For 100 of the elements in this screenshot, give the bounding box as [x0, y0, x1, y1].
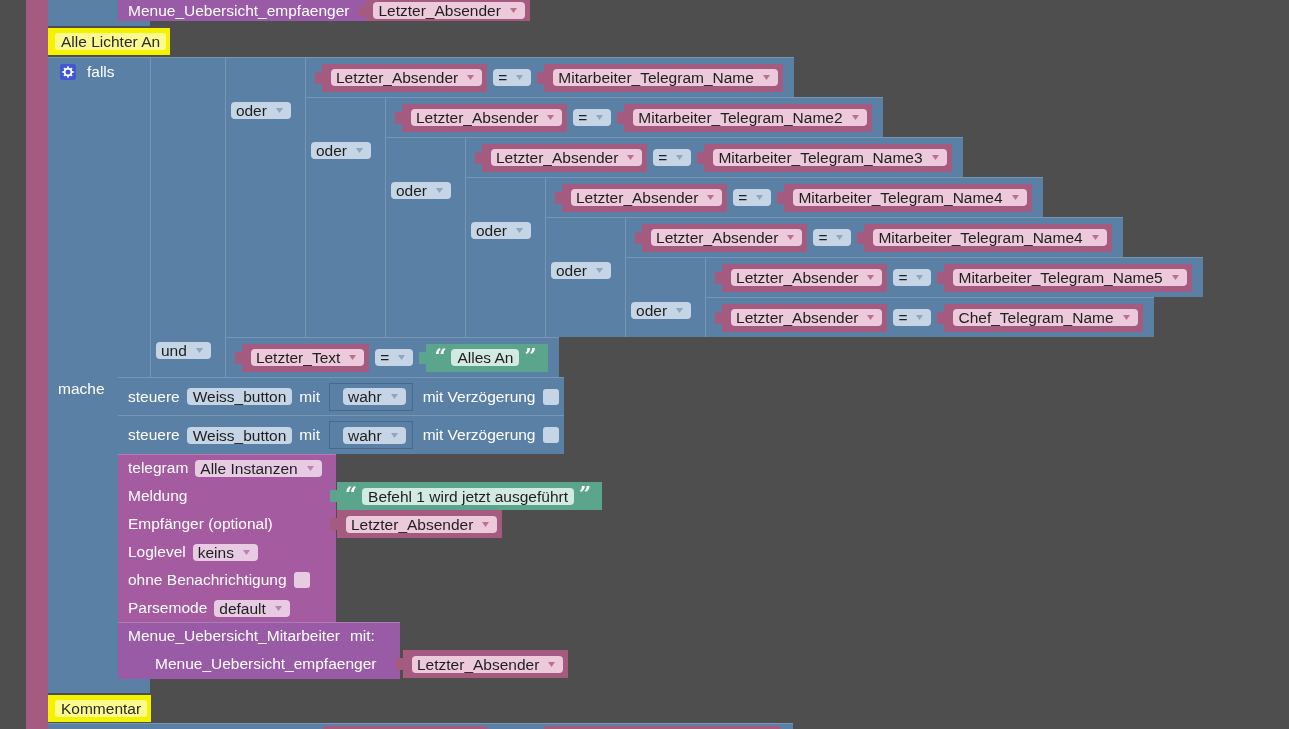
variable-dropdown[interactable]: Letzter_Absender	[330, 69, 483, 86]
caret-icon	[390, 394, 398, 399]
text-field[interactable]: Alles An	[451, 349, 520, 366]
boolean-dropdown[interactable]: wahr	[343, 426, 406, 444]
caret-icon	[867, 275, 875, 280]
caret-icon	[435, 188, 443, 193]
operator-dropdown[interactable]: =	[893, 309, 932, 326]
comment-field[interactable]: Alle Lichter An	[55, 33, 167, 50]
block-label: Parsemode	[128, 599, 208, 617]
caret-icon	[916, 275, 924, 280]
operator-dropdown[interactable]: =	[493, 69, 532, 86]
variable-dropdown[interactable]: Chef_Telegram_Name	[953, 309, 1138, 326]
function-name: Menue_Uebersicht_Mitarbeiter	[128, 626, 340, 645]
caret-icon	[1011, 195, 1019, 200]
caret-icon	[676, 308, 684, 313]
block-label: mit:	[349, 626, 375, 645]
caret-icon	[195, 348, 203, 353]
quote-mark: “	[434, 346, 447, 365]
operator-dropdown[interactable]: =	[573, 109, 612, 126]
boolean-dropdown[interactable]: wahr	[343, 388, 406, 405]
block-label: mit	[299, 387, 320, 406]
caret-icon	[851, 115, 859, 120]
caret-icon	[931, 155, 939, 160]
block-label: ohne Benachrichtigung	[128, 571, 287, 589]
parameter-label: Menue_Uebersicht_empfaenger	[155, 655, 377, 673]
caret-icon	[836, 235, 844, 240]
variable-dropdown[interactable]: Mitarbeiter_Telegram_Name	[553, 69, 778, 86]
caret-icon	[762, 75, 770, 80]
block-label: mit Verzögerung	[422, 426, 536, 444]
caret-icon	[756, 195, 764, 200]
caret-icon	[349, 355, 357, 360]
variable-dropdown[interactable]: Letzter_Absender	[412, 655, 564, 673]
variable-dropdown[interactable]: Mitarbeiter_Telegram_Name4	[873, 229, 1107, 246]
variable-dropdown[interactable]: Letzter_Absender	[410, 109, 563, 126]
caret-icon	[482, 521, 490, 527]
operator-dropdown[interactable]: =	[653, 149, 692, 166]
caret-icon	[274, 605, 282, 611]
variable-dropdown[interactable]: Letzter_Absender	[651, 229, 803, 246]
caret-icon	[627, 155, 635, 160]
operator-dropdown[interactable]: =	[375, 349, 414, 366]
caret-icon	[306, 465, 314, 471]
caret-icon	[548, 661, 556, 667]
caret-icon	[398, 355, 406, 360]
block-label: telegram	[128, 459, 189, 477]
comment-field[interactable]: Kommentar	[55, 700, 148, 717]
variable-dropdown[interactable]: Letzter_Absender	[731, 309, 883, 326]
caret-icon	[1122, 315, 1130, 320]
caret-icon	[390, 432, 398, 438]
variable-dropdown[interactable]: Mitarbeiter_Telegram_Name3	[713, 149, 947, 166]
caret-icon	[1171, 275, 1179, 280]
block-label: falls	[87, 63, 115, 81]
variable-dropdown[interactable]: Letzter_Absender	[490, 149, 643, 166]
block-label: mache	[58, 380, 105, 398]
variable-dropdown[interactable]: Letzter_Absender	[731, 269, 883, 286]
block-label: mit	[299, 426, 320, 444]
caret-icon	[509, 8, 517, 13]
caret-icon	[596, 268, 604, 273]
operator-dropdown[interactable]: =	[733, 189, 772, 206]
parameter-label: Menue_Uebersicht_empfaenger	[128, 1, 350, 20]
checkbox[interactable]	[542, 388, 559, 405]
variable-dropdown[interactable]: Letzter_Absender	[373, 2, 525, 19]
caret-icon	[1091, 235, 1099, 240]
block-label: Empfänger (optional)	[128, 515, 273, 533]
operator-dropdown[interactable]: oder	[470, 222, 531, 239]
text-field[interactable]: Befehl 1 wird jetzt ausgeführt	[362, 487, 574, 505]
device-field[interactable]: Weiss_button	[186, 426, 293, 444]
quote-mark: “	[345, 485, 358, 503]
caret-icon	[242, 549, 250, 555]
block-label: steuere	[128, 426, 180, 444]
variable-dropdown[interactable]: Mitarbeiter_Telegram_Name5	[953, 269, 1187, 286]
caret-icon	[707, 195, 715, 200]
variable-dropdown[interactable]: Letzter_Absender	[346, 515, 498, 533]
variable-dropdown[interactable]: Mitarbeiter_Telegram_Name4	[793, 189, 1027, 206]
caret-icon	[787, 235, 795, 240]
checkbox[interactable]	[542, 427, 559, 443]
operator-dropdown[interactable]: =	[893, 269, 932, 286]
variable-dropdown[interactable]: Letzter_Absender	[571, 189, 723, 206]
caret-icon	[467, 75, 475, 80]
operator-dropdown[interactable]: und	[156, 342, 211, 359]
operator-dropdown[interactable]: oder	[551, 262, 612, 279]
block-label: Meldung	[128, 487, 188, 505]
variable-dropdown[interactable]: Mitarbeiter_Telegram_Name2	[633, 109, 867, 126]
caret-icon	[547, 115, 555, 120]
operator-dropdown[interactable]: =	[813, 229, 852, 246]
block-label: steuere	[128, 387, 180, 406]
operator-dropdown[interactable]: oder	[390, 182, 451, 199]
variable-dropdown[interactable]: Letzter_Text	[250, 349, 365, 366]
gear-icon[interactable]	[60, 64, 76, 80]
operator-dropdown[interactable]: oder	[631, 302, 692, 319]
caret-icon	[867, 315, 875, 320]
caret-icon	[676, 155, 684, 160]
block-label: Loglevel	[128, 543, 186, 561]
caret-icon	[516, 75, 524, 80]
caret-icon	[355, 148, 363, 153]
device-field[interactable]: Weiss_button	[186, 388, 293, 405]
caret-icon	[275, 108, 283, 113]
operator-dropdown[interactable]: oder	[310, 142, 371, 159]
caret-icon	[596, 115, 604, 120]
operator-dropdown[interactable]: oder	[230, 102, 291, 119]
quote-mark: ”	[524, 346, 537, 365]
